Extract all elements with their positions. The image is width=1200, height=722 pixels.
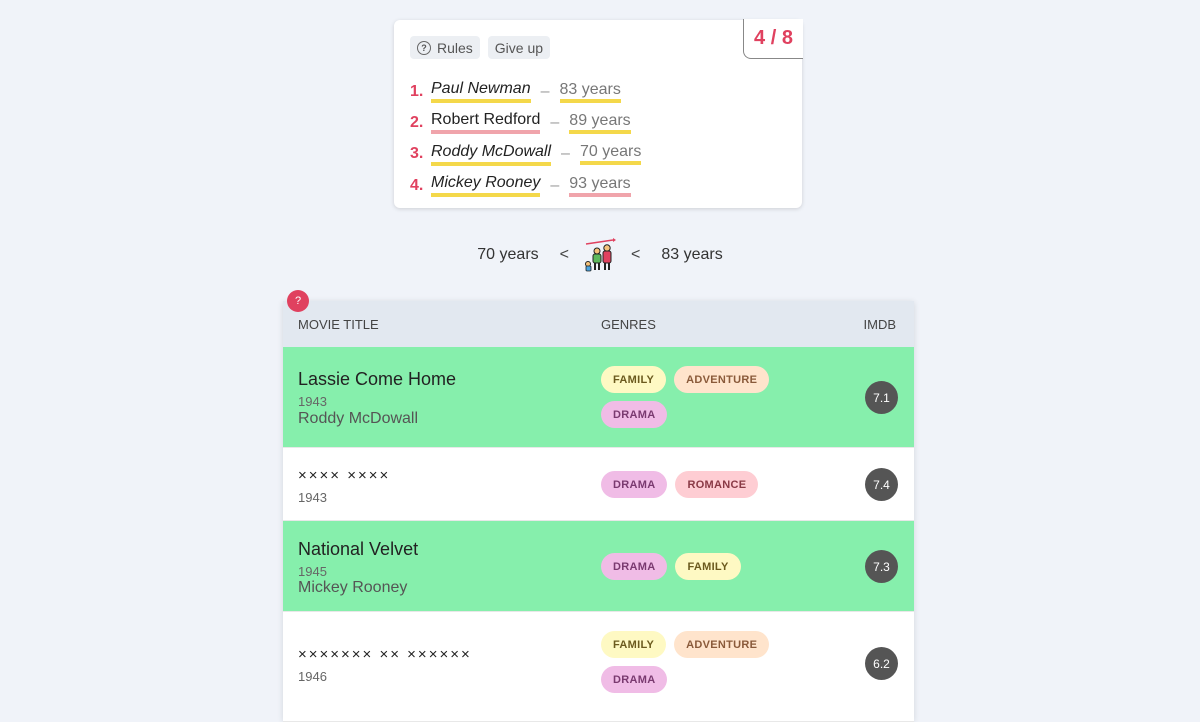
guess-item: 4. Mickey Rooney – 93 years [410, 170, 641, 201]
guess-separator: – [550, 176, 560, 194]
guess-actor-name: Robert Redford [431, 111, 541, 135]
rules-label: Rules [437, 39, 473, 56]
genre-tag: FAMILY [601, 631, 667, 658]
genre-tag: ROMANCE [675, 471, 759, 498]
guess-separator: – [550, 113, 560, 131]
guess-item: 1. Paul Newman – 83 years [410, 76, 641, 107]
movie-year: 1945 [298, 564, 327, 579]
movie-table: MOVIE TITLE GENRES IMDB Lassie Come Home… [283, 301, 914, 722]
movie-year: 1946 [298, 669, 327, 684]
guess-actor-name: Mickey Rooney [431, 174, 541, 198]
guess-actor-name: Paul Newman [431, 80, 531, 104]
guess-item: 3. Roddy McDowall – 70 years [410, 139, 642, 170]
genre-tags: DRAMA FAMILY [601, 553, 811, 580]
movie-title-hidden: ×××× ×××× [298, 467, 391, 484]
table-help-badge[interactable]: ? [287, 290, 309, 312]
genre-tags: DRAMA ROMANCE [601, 471, 811, 498]
genre-tag: DRAMA [601, 666, 668, 693]
guess-number: 3. [410, 145, 424, 163]
imdb-rating-badge: 7.1 [865, 381, 898, 414]
family-ages-icon [585, 238, 616, 272]
score-counter: 4 / 8 [743, 19, 803, 59]
genre-tag: DRAMA [601, 471, 668, 498]
upper-bound-years: 83 years [661, 246, 723, 263]
genre-tag: ADVENTURE [674, 366, 770, 393]
rules-button[interactable]: ? Rules [410, 36, 480, 59]
guess-list: 1. Paul Newman – 83 years 2. Robert Redf… [410, 76, 642, 201]
guess-actor-name: Roddy McDowall [431, 143, 552, 166]
table-row[interactable]: ×××× ×××× 1943 DRAMA ROMANCE 7.4 [283, 448, 914, 521]
guess-number: 2. [410, 113, 424, 131]
movie-actor: Roddy McDowall [298, 410, 419, 427]
guess-years: 93 years [569, 175, 631, 197]
genre-tag: ADVENTURE [674, 631, 770, 658]
table-header: MOVIE TITLE GENRES IMDB [283, 301, 914, 347]
movie-year: 1943 [298, 394, 327, 409]
header-imdb: IMDB [863, 316, 897, 332]
guess-number: 4. [410, 176, 424, 194]
guess-separator: – [561, 145, 570, 163]
imdb-rating-badge: 7.3 [865, 550, 898, 583]
genre-tag: FAMILY [601, 366, 667, 393]
lower-bound-years: 70 years [477, 246, 539, 263]
movie-year: 1943 [298, 490, 327, 505]
guess-years: 89 years [569, 112, 631, 134]
genre-tag: DRAMA [601, 401, 668, 428]
guess-separator: – [540, 82, 550, 100]
guess-years: 83 years [559, 81, 621, 103]
guess-years: 70 years [579, 143, 642, 166]
header-movie-title: MOVIE TITLE [298, 316, 379, 332]
question-circle-icon: ? [417, 40, 431, 55]
table-row[interactable]: National Velvet 1945 Mickey Rooney DRAMA… [283, 521, 914, 612]
header-genres: GENRES [601, 316, 656, 332]
guess-card: 4 / 8 ? Rules Give up 1. Paul Newman – 8… [394, 19, 803, 208]
movie-actor: Mickey Rooney [298, 579, 408, 596]
age-range-comparison: 70 years < < 83 years [0, 238, 1200, 272]
genre-tags: FAMILY ADVENTURE DRAMA [601, 631, 811, 693]
guess-item: 2. Robert Redford – 89 years [410, 107, 641, 138]
less-than-symbol: < [631, 246, 641, 263]
give-up-button[interactable]: Give up [487, 36, 551, 59]
genre-tags: FAMILY ADVENTURE DRAMA [601, 366, 811, 428]
less-than-symbol: < [559, 246, 569, 263]
genre-tag: DRAMA [601, 553, 668, 580]
table-row[interactable]: Lassie Come Home 1943 Roddy McDowall FAM… [283, 347, 914, 448]
imdb-rating-badge: 6.2 [865, 647, 898, 680]
card-toolbar: ? Rules Give up [410, 36, 551, 59]
guess-number: 1. [410, 82, 424, 100]
imdb-rating-badge: 7.4 [865, 468, 898, 501]
movie-title-hidden: ××××××× ×× ×××××× [298, 646, 472, 663]
movie-title: National Velvet [298, 539, 419, 559]
genre-tag: FAMILY [675, 553, 741, 580]
movie-title: Lassie Come Home [298, 369, 457, 389]
